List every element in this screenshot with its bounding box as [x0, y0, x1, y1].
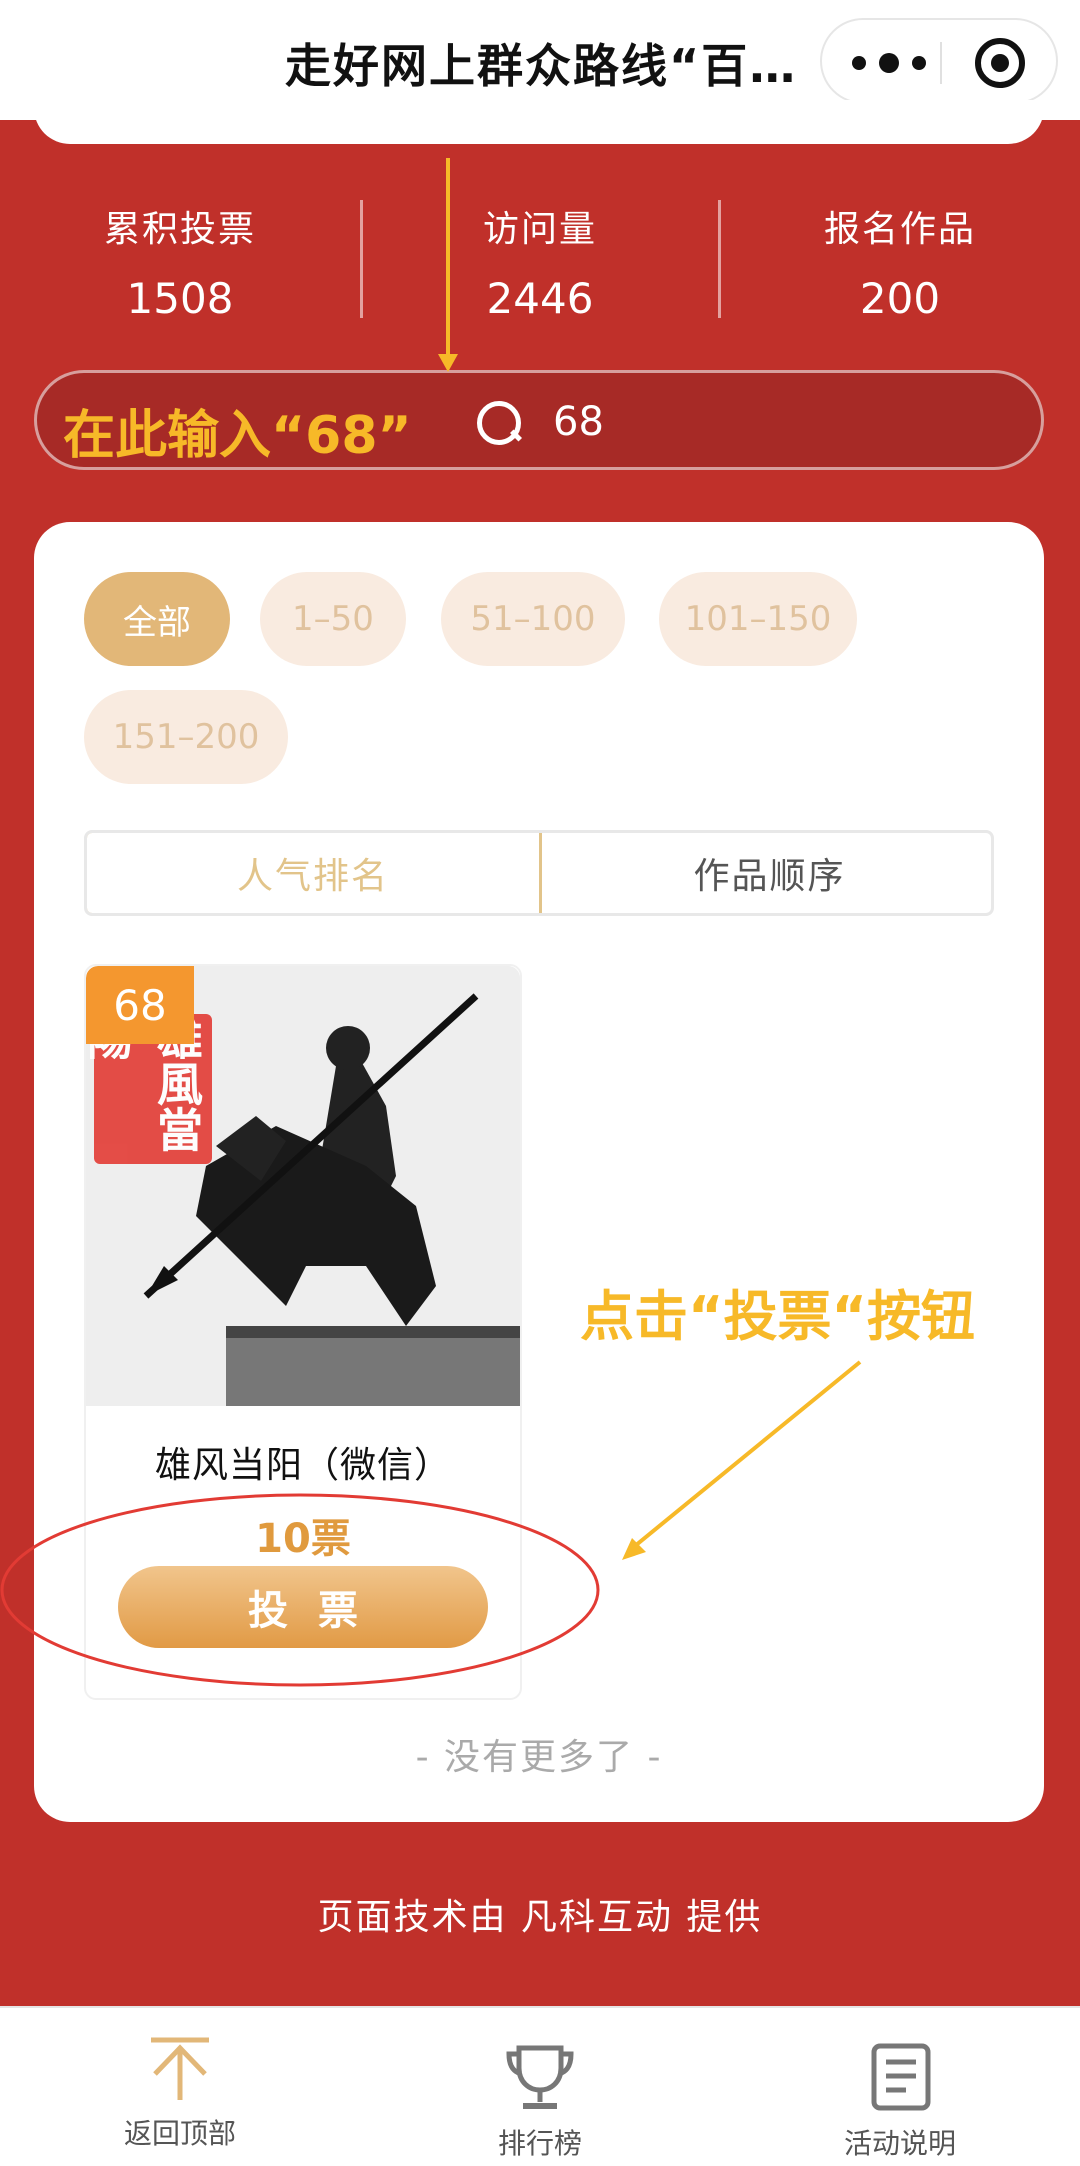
arrow-to-vote — [628, 1360, 862, 1552]
nav-back-to-top[interactable]: 返回顶部 — [30, 2008, 330, 2166]
nav-activity-info[interactable]: 活动说明 — [750, 2008, 1050, 2166]
vote-button-highlight — [0, 1493, 600, 1687]
trophy-icon — [506, 2045, 574, 2109]
footer-credit: 页面技术由 凡科互动 提供 — [317, 1897, 763, 1938]
back-to-top-icon — [151, 2037, 209, 2100]
bottom-nav: 返回顶部 排行榜 活动说明 — [0, 2006, 1080, 2166]
nav-ranking[interactable]: 排行榜 — [390, 2008, 690, 2166]
nav-label: 活动说明 — [843, 2127, 956, 2160]
document-icon — [871, 2043, 931, 2111]
nav-label: 返回顶部 — [123, 2117, 236, 2150]
tutorial-annotation-text: 点击“投票“按钮 — [580, 1285, 975, 1348]
tutorial-annotations — [0, 158, 862, 1687]
nav-label: 排行榜 — [497, 2127, 582, 2160]
arrow-head-search — [438, 354, 458, 372]
